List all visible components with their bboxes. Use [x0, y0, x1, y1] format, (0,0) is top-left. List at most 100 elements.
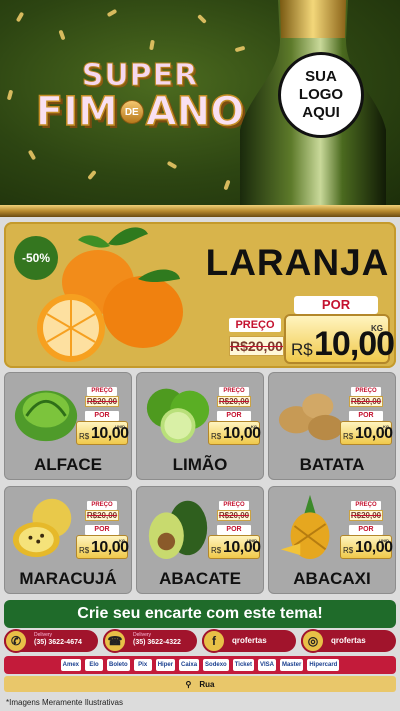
logo-line-1: SUA [305, 68, 337, 85]
product-name: ABACAXI [293, 569, 371, 588]
avocado-icon [148, 500, 208, 560]
header-banner: SUPER FIM DE ANO SUA LOGO AQUI [0, 0, 400, 205]
confetti [15, 11, 25, 23]
confetti [106, 8, 118, 18]
product-old-price: R$20,00 [349, 510, 383, 521]
product-por-label: POR [85, 411, 119, 421]
product-unit: KG [119, 538, 125, 543]
product-name: MARACUJÁ [19, 569, 117, 588]
product-currency: R$ [79, 546, 90, 555]
potato-icon [278, 393, 344, 441]
instagram-icon: ◎ [301, 629, 325, 653]
payment-badge: Hipercard [307, 659, 340, 671]
passionfruit-icon [12, 498, 72, 558]
instagram-contact[interactable]: ◎ qrofertas [301, 629, 396, 653]
title-de-badge: DE [119, 100, 144, 124]
phone-icon: ☎ [103, 629, 127, 653]
whatsapp-label: Delivery [34, 632, 53, 638]
product-card[interactable]: PREÇO R$20,00 POR R$ 10,00 KG MARACUJÁ [4, 486, 132, 594]
product-card[interactable]: PREÇO R$20,00 POR R$ 10,00 KG LIMÃO [136, 372, 264, 480]
payment-badge: Hiper [155, 659, 176, 671]
product-preco-label: PREÇO [87, 387, 117, 396]
disclaimer: *Imagens Meramente Ilustrativas [6, 698, 123, 707]
confetti [6, 89, 14, 101]
product-name: ABACATE [159, 569, 241, 588]
product-preco-label: PREÇO [351, 501, 381, 510]
product-unit: KG [251, 424, 257, 429]
product-price-box: R$ 10,00 UNID [208, 535, 261, 559]
lime-icon [146, 388, 210, 444]
product-name: ALFACE [34, 455, 102, 474]
confetti [166, 160, 178, 170]
product-unit: KG [383, 424, 389, 429]
payment-badge: Pix [133, 659, 152, 671]
product-card[interactable]: PREÇO R$20,00 POR R$ 10,00 UNID ALFACE [4, 372, 132, 480]
confetti [223, 179, 231, 191]
lettuce-icon [14, 390, 78, 442]
product-old-price: R$20,00 [217, 396, 251, 407]
featured-old-price: R$20,00 [229, 336, 284, 356]
title-super: SUPER [81, 58, 199, 94]
product-unit: UNID [115, 424, 125, 429]
product-price-box: R$ 10,00 KG [76, 535, 129, 559]
product-por-label: POR [217, 525, 251, 535]
payment-badge: Boleto [107, 659, 130, 671]
confetti [197, 14, 207, 24]
cta-banner[interactable]: Crie seu encarte com este tema! [4, 600, 396, 628]
product-preco-label: PREÇO [87, 501, 117, 510]
logo-placeholder[interactable]: SUA LOGO AQUI [278, 52, 364, 138]
product-price-box: R$ 10,00 UNID [340, 535, 393, 559]
phone-contact[interactable]: ☎ Delivery (35) 3622-4322 [103, 629, 197, 653]
pineapple-icon [280, 494, 330, 560]
product-price-box: R$ 10,00 KG [208, 421, 261, 445]
campaign-title: SUPER FIM DE ANO [20, 58, 260, 136]
featured-preco-label: PREÇO [229, 318, 281, 332]
confetti [149, 39, 155, 51]
product-por-label: POR [85, 525, 119, 535]
product-name: BATATA [299, 455, 365, 474]
address-text: Rua [199, 679, 215, 689]
payment-badge: Amex [60, 659, 82, 671]
product-por-label: POR [349, 411, 383, 421]
featured-por-label: POR [294, 296, 378, 314]
product-card[interactable]: PREÇO R$20,00 POR R$ 10,00 UNID ABACATE [136, 486, 264, 594]
product-card[interactable]: PREÇO R$20,00 POR R$ 10,00 KG BATATA [268, 372, 396, 480]
product-old-price: R$20,00 [217, 510, 251, 521]
product-old-price: R$20,00 [85, 510, 119, 521]
product-currency: R$ [211, 432, 222, 441]
product-unit: UNID [379, 538, 389, 543]
phone-label: Delivery [133, 632, 152, 638]
product-currency: R$ [211, 546, 222, 555]
address-bar: ⚲ Rua [4, 676, 396, 692]
contacts-bar: ✆ Delivery (35) 3622-4674 ☎ Delivery (35… [0, 629, 400, 654]
product-price-box: R$ 10,00 KG [340, 421, 393, 445]
product-name: LIMÃO [172, 455, 228, 474]
product-preco-label: PREÇO [219, 387, 249, 396]
title-ano: ANO [145, 88, 245, 136]
product-por-label: POR [349, 525, 383, 535]
location-pin-icon: ⚲ [185, 679, 192, 689]
payment-badge: Ticket [232, 659, 254, 671]
payment-badge: VISA [257, 659, 276, 671]
title-fim: FIM [35, 88, 119, 136]
instagram-handle: qrofertas [331, 636, 366, 645]
product-card[interactable]: PREÇO R$20,00 POR R$ 10,00 UNID ABACAXI [268, 486, 396, 594]
title-main: FIM DE ANO [20, 88, 260, 136]
featured-product-name: LARANJA [205, 242, 390, 283]
product-preco-label: PREÇO [351, 387, 381, 396]
payment-methods-bar: Amex Elo Boleto Pix Hiper Caixa Sodexo Ticket VI… [4, 656, 396, 674]
whatsapp-contact[interactable]: ✆ Delivery (35) 3622-4674 [4, 629, 98, 653]
product-por-label: POR [217, 411, 251, 421]
whatsapp-icon: ✆ [4, 629, 28, 653]
product-currency: R$ [79, 432, 90, 441]
phone-number: (35) 3622-4322 [133, 639, 181, 646]
confetti [87, 169, 97, 181]
featured-unit: KG [371, 324, 383, 333]
product-unit: UNID [247, 538, 257, 543]
facebook-contact[interactable]: f qrofertas [202, 629, 296, 653]
featured-price-box: R$ 10,00 KG [284, 314, 395, 364]
product-preco-label: PREÇO [219, 501, 249, 510]
product-price-box: R$ 10,00 UNID [76, 421, 129, 445]
gold-divider [0, 205, 400, 217]
payment-badge: Sodexo [203, 659, 229, 671]
